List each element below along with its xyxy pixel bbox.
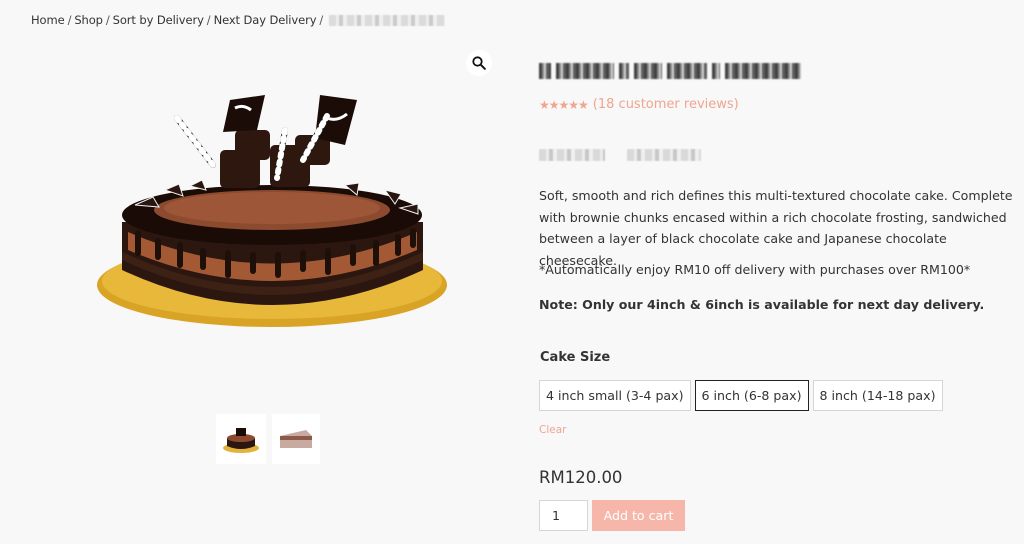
price-line-redacted [539, 149, 701, 161]
cake-size-label: Cake Size [540, 350, 611, 365]
thumbnail-cake-image [223, 428, 259, 453]
breadcrumb-shop[interactable]: Shop [74, 13, 103, 27]
size-option-4-inch[interactable]: 4 inch small (3-4 pax) [539, 380, 691, 411]
breadcrumb-separator: / [319, 13, 324, 27]
add-to-cart-button[interactable]: Add to cart [592, 500, 685, 531]
product-main-image[interactable] [95, 90, 455, 330]
thumbnail-cake-slice[interactable] [272, 414, 320, 464]
clear-selection-link[interactable]: Clear [539, 424, 566, 436]
breadcrumb-sort-by-delivery[interactable]: Sort by Delivery [113, 13, 204, 27]
customer-reviews-link[interactable]: (18 customer reviews) [593, 97, 739, 112]
breadcrumb-home[interactable]: Home [31, 13, 65, 27]
product-title-redacted [539, 63, 807, 81]
product-description: Soft, smooth and rich defines this multi… [539, 188, 1013, 268]
product-rating: ★★★★★ (18 customer reviews) [539, 97, 739, 112]
breadcrumb-separator: / [67, 13, 72, 27]
next-day-delivery-note: Note: Only our 4inch & 6inch is availabl… [539, 297, 985, 312]
breadcrumb-current-redacted [329, 14, 446, 26]
breadcrumb-next-day-delivery[interactable]: Next Day Delivery [214, 13, 317, 27]
star-rating-icon: ★★★★★ [539, 97, 589, 112]
magnifier-icon [472, 56, 486, 70]
cake-size-options: 4 inch small (3-4 pax) 6 inch (6-8 pax) … [539, 380, 943, 411]
breadcrumb: Home / Shop / Sort by Delivery / Next Da… [31, 13, 446, 27]
chocolate-cake-image [97, 95, 447, 327]
delivery-promo-text: *Automatically enjoy RM10 off delivery w… [539, 262, 971, 277]
product-price: RM120.00 [539, 468, 623, 487]
zoom-button[interactable] [466, 50, 492, 76]
thumbnail-whole-cake[interactable] [216, 414, 266, 464]
breadcrumb-separator: / [105, 13, 110, 27]
breadcrumb-separator: / [206, 13, 211, 27]
thumbnail-slice-image [280, 430, 312, 448]
size-option-6-inch[interactable]: 6 inch (6-8 pax) [694, 380, 809, 411]
size-option-8-inch[interactable]: 8 inch (14-18 pax) [812, 380, 943, 411]
product-thumbnails [216, 414, 320, 464]
quantity-input[interactable] [539, 500, 588, 531]
